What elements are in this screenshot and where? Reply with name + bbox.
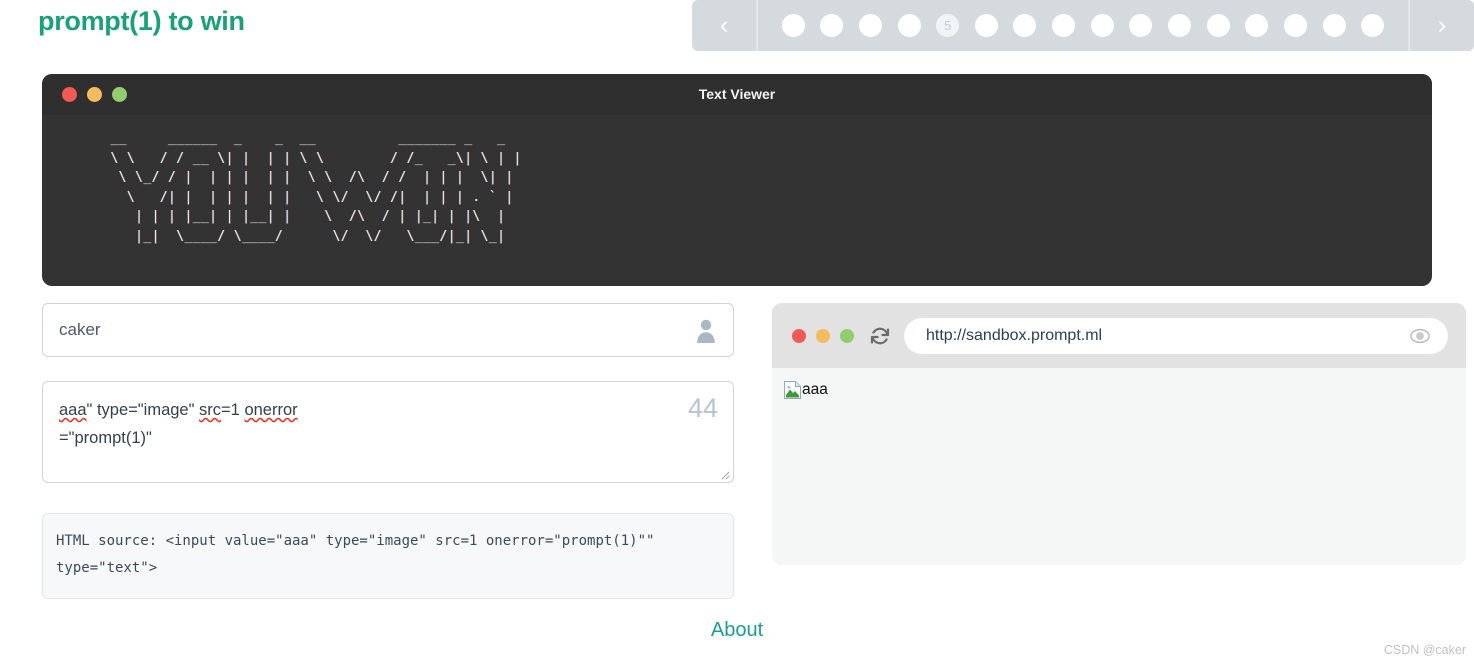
pagination-dot-3[interactable] (858, 14, 882, 37)
url-bar[interactable]: http://sandbox.prompt.ml (904, 317, 1448, 354)
eye-icon[interactable] (1409, 326, 1431, 346)
page-header: prompt(1) to win ‹ 5 › (0, 0, 1474, 51)
pagination-dot-15[interactable] (1322, 14, 1346, 37)
pagination-dot-12[interactable] (1206, 14, 1230, 37)
text-viewer-title: Text Viewer (698, 86, 776, 102)
username-value: caker (59, 320, 101, 339)
watermark: CSDN @caker (1383, 643, 1466, 657)
page-title: prompt(1) to win (38, 6, 245, 36)
html-source-output: HTML source: <input value="aaa" type="im… (42, 513, 734, 599)
pagination-dot-6[interactable] (974, 14, 998, 37)
reload-icon[interactable] (868, 324, 892, 348)
pagination-dot-1[interactable] (781, 14, 805, 37)
pagination-dot-8[interactable] (1052, 14, 1076, 37)
level-pagination: ‹ 5 › (692, 0, 1474, 51)
browser-maximize-icon[interactable] (840, 328, 854, 343)
challenge-form: caker aaa" type="image" src=1 onerror ="… (42, 303, 734, 599)
username-field[interactable]: caker (42, 303, 734, 357)
pagination-dot-10[interactable] (1129, 14, 1153, 37)
pagination-dot-14[interactable] (1283, 14, 1307, 37)
pagination-dot-2[interactable] (820, 14, 844, 37)
payload-token: =1 (221, 401, 245, 419)
pagination-dot-11[interactable] (1168, 14, 1192, 37)
pagination-dot-5[interactable]: 5 (936, 14, 960, 37)
browser-traffic-lights (792, 328, 854, 343)
payload-textarea[interactable]: aaa" type="image" src=1 onerror ="prompt… (42, 381, 734, 483)
broken-image-alt-text: aaa (802, 381, 828, 398)
pagination-dots: 5 (756, 0, 1410, 51)
payload-token: " type="image" (86, 401, 200, 419)
text-viewer-titlebar: Text Viewer (42, 74, 1432, 115)
pagination-dot-13[interactable] (1245, 14, 1269, 37)
character-counter: 44 (687, 393, 718, 423)
pagination-dot-9[interactable] (1090, 14, 1114, 37)
resize-handle-icon[interactable] (718, 468, 730, 480)
browser-minimize-icon[interactable] (816, 328, 830, 343)
browser-close-icon[interactable] (792, 328, 806, 343)
browser-viewport: aaa (772, 368, 1466, 565)
payload-token: ="prompt(1)" (59, 429, 152, 447)
pagination-next-button[interactable]: › (1410, 0, 1474, 51)
user-icon (695, 318, 717, 344)
pagination-dot-4[interactable] (897, 14, 921, 37)
pagination-dot-16[interactable] (1361, 14, 1385, 37)
payload-token-misspelled: src (199, 401, 222, 419)
url-text: http://sandbox.prompt.ml (926, 326, 1103, 344)
broken-image-icon (784, 381, 801, 399)
browser-toolbar: http://sandbox.prompt.ml (772, 303, 1466, 368)
pagination-dot-7[interactable] (1013, 14, 1037, 37)
chevron-right-icon: › (1437, 11, 1447, 39)
payload-token-misspelled: onerror (244, 401, 298, 419)
pagination-prev-button[interactable]: ‹ (692, 0, 756, 51)
payload-token-misspelled: aaa (59, 401, 87, 419)
payload-text: aaa" type="image" src=1 onerror ="prompt… (59, 396, 663, 452)
ascii-art-you-win: __ ______ _ _ __ _______ _ _ \ \ / / __ … (110, 131, 522, 244)
chevron-left-icon: ‹ (719, 11, 729, 39)
about-link[interactable]: About (0, 619, 1474, 642)
sandbox-browser-panel: http://sandbox.prompt.ml aaa (772, 303, 1466, 565)
text-viewer-window: Text Viewer __ ______ _ _ __ _______ _ _… (42, 74, 1432, 286)
